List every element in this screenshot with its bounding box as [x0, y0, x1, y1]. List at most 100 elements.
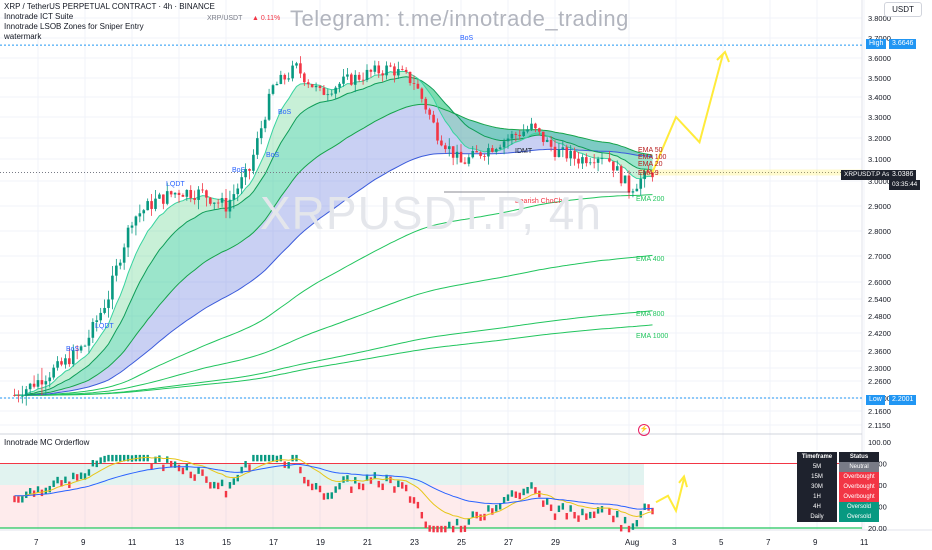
candle-body [471, 151, 475, 158]
osc-bar [357, 482, 361, 490]
candle-body [467, 157, 471, 164]
osc-bar [581, 508, 584, 516]
candle-body [412, 82, 416, 84]
chart-canvas: 3.80003.70003.60003.50003.40003.30003.20… [0, 0, 932, 547]
osc-bar [542, 500, 545, 507]
candle-body [475, 151, 478, 153]
bos-label: BoS [278, 109, 292, 116]
table-cell-timeframe: 5M [797, 462, 837, 472]
indicator-ict-suite[interactable]: Innotrade ICT Suite [4, 12, 73, 22]
candle-body [56, 361, 59, 368]
osc-bar [205, 476, 208, 483]
indicator-watermark[interactable]: watermark [4, 32, 41, 42]
osc-bar [428, 525, 431, 532]
table-cell-status: Oversold [839, 512, 879, 522]
time-tick-label: 9 [81, 538, 86, 547]
candle-body [498, 147, 502, 150]
price-tick-label: 2.8000 [868, 227, 891, 236]
candle-body [447, 146, 451, 150]
osc-bar [557, 505, 561, 513]
candle-body [68, 358, 71, 365]
snapshot-icon[interactable]: ⚡ [638, 424, 650, 436]
osc-bar [119, 454, 122, 462]
price-tick-label: 2.9000 [868, 202, 891, 211]
osc-bar [635, 520, 639, 527]
osc-bar [318, 485, 322, 493]
osc-bar [115, 454, 118, 462]
time-tick-label: 19 [316, 538, 325, 547]
time-tick-label: 3 [672, 538, 677, 547]
osc-bar [616, 510, 619, 518]
candle-body [428, 109, 431, 115]
candle-body [283, 74, 287, 80]
osc-bar [107, 454, 110, 462]
candle-body [615, 166, 619, 171]
osc-bar [232, 478, 236, 485]
candle-body [353, 74, 357, 85]
candle-body [377, 65, 381, 74]
osc-bar [627, 525, 631, 533]
candle-body [87, 337, 91, 346]
candle-body [526, 129, 529, 132]
time-tick-label: 9 [813, 538, 818, 547]
price-tick-label: 2.7000 [868, 252, 891, 261]
candle-body [400, 69, 404, 70]
osc-bar [252, 454, 255, 462]
osc-bar [455, 518, 459, 526]
candle-body [28, 383, 32, 390]
candle-body [36, 380, 40, 387]
osc-bar [619, 524, 623, 532]
ema-800-label: EMA 800 [636, 311, 665, 318]
osc-bar [549, 504, 553, 511]
osc-bar [236, 474, 239, 482]
candle-body [369, 69, 373, 72]
candle-body [608, 158, 611, 162]
candle-body [444, 145, 447, 150]
candle-body [381, 73, 384, 76]
osc-bar [52, 480, 55, 487]
osc-bar [408, 496, 412, 503]
osc-bar [514, 491, 518, 498]
supply-zone [640, 169, 862, 176]
compare-symbol[interactable]: XRP/USDT [207, 14, 242, 24]
osc-bar [553, 513, 557, 520]
osc-bar [201, 469, 204, 476]
time-tick-label: Aug [625, 538, 639, 547]
indicator-lsob[interactable]: Innotrade LSOB Zones for Sniper Entry [4, 22, 144, 32]
candle-body [24, 389, 28, 396]
price-tick-label: 3.1000 [868, 155, 891, 164]
osc-bar [169, 460, 173, 468]
osc-bar [369, 477, 373, 484]
osc-bar [91, 460, 95, 467]
candle-body [126, 227, 130, 248]
candle-body [267, 93, 271, 120]
osc-bar [346, 475, 349, 482]
table-cell-timeframe: 30M [797, 482, 837, 492]
table-header-status: Status [839, 452, 879, 462]
osc-bar [412, 497, 416, 504]
osc-bar [561, 503, 565, 510]
osc-bar [338, 482, 341, 490]
osc-bar [216, 482, 220, 490]
osc-bar [647, 504, 650, 511]
osc-bar [608, 508, 611, 515]
osc-bar [166, 456, 169, 463]
candle-body [52, 367, 55, 378]
price-tick-label: 3.3000 [868, 113, 891, 122]
candle-body [373, 65, 377, 72]
time-tick-label: 29 [551, 538, 560, 547]
osc-bar [283, 461, 286, 468]
candle-body [236, 188, 240, 195]
currency-button[interactable]: USDT [884, 2, 922, 17]
osc-bar [36, 486, 40, 493]
osc-bar [534, 487, 537, 494]
oscillator-title[interactable]: Innotrade MC Orderflow [4, 438, 89, 447]
candle-body [538, 128, 541, 132]
candle-body [252, 154, 255, 171]
osc-bar [40, 489, 44, 497]
candle-body [334, 87, 337, 94]
osc-bar [451, 525, 455, 533]
osc-bar [21, 496, 24, 503]
osc-bar [158, 455, 161, 462]
candle-body [142, 210, 146, 214]
